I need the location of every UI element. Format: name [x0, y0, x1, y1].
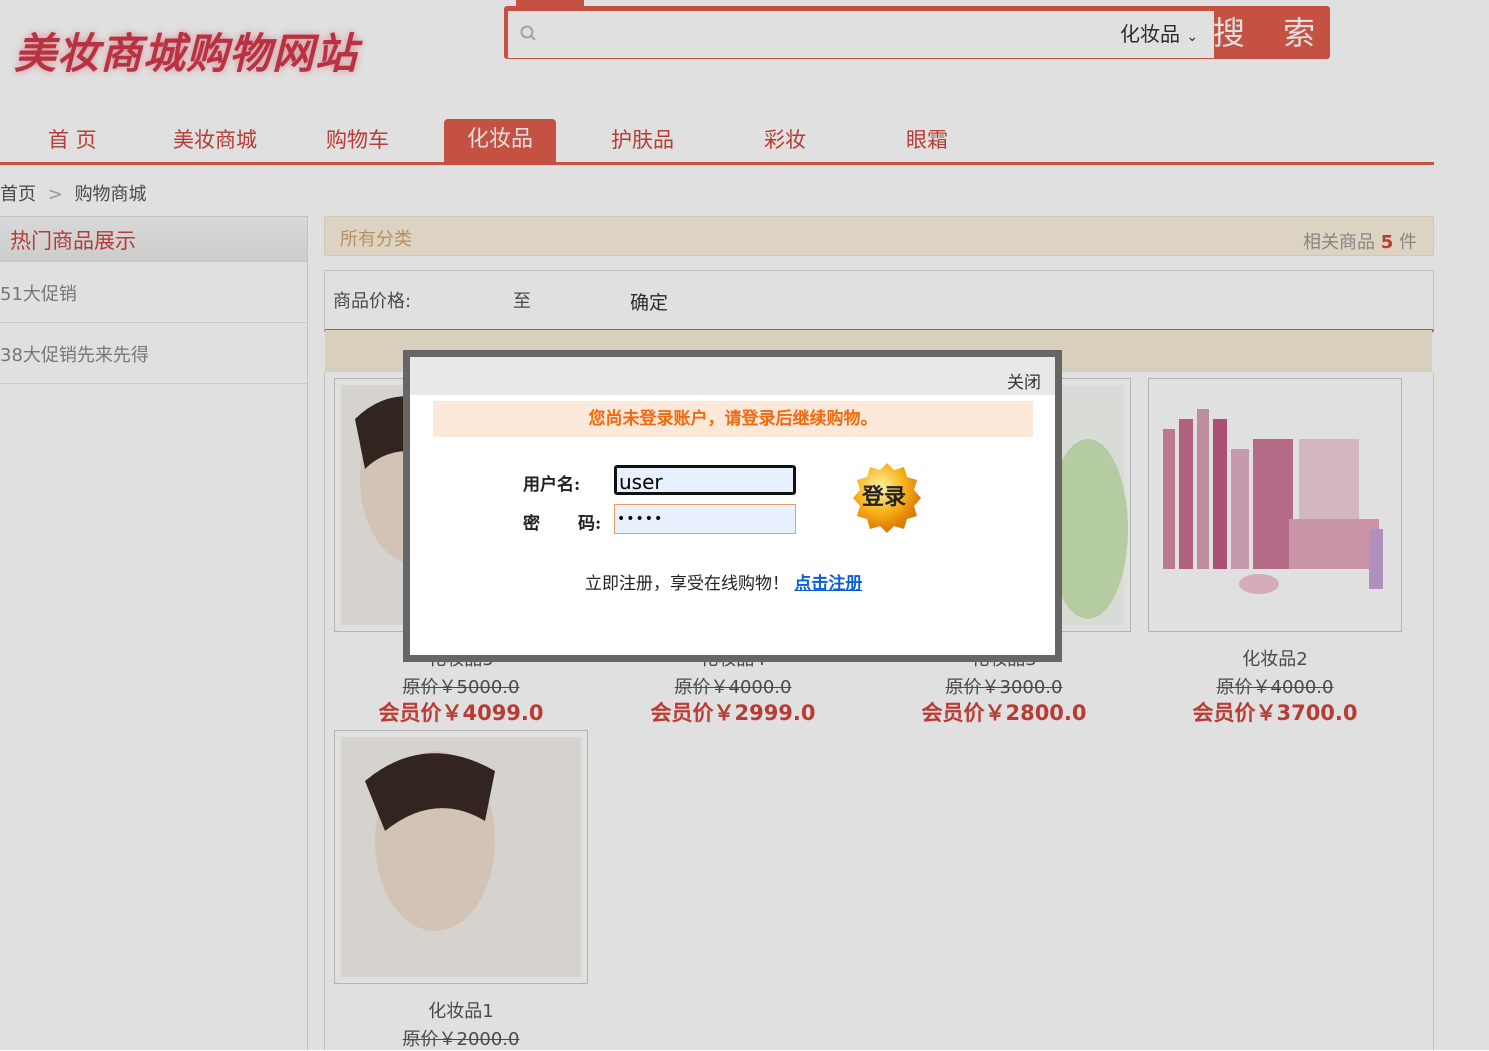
password-input[interactable]: •••••	[614, 504, 796, 534]
register-prompt: 立即注册，享受在线购物！ 点击注册	[585, 569, 862, 594]
login-button-label: 登录	[862, 484, 907, 510]
login-dialog: 关闭 您尚未登录账户，请登录后继续购物。 用户名: user 密 码: ••••…	[403, 350, 1062, 662]
login-notice: 您尚未登录账户，请登录后继续购物。	[433, 401, 1033, 437]
username-input[interactable]: user	[614, 465, 796, 495]
dialog-close-button[interactable]: 关闭	[1007, 368, 1041, 393]
register-text: 立即注册，享受在线购物！	[585, 574, 789, 594]
username-label: 用户名:	[523, 475, 581, 495]
dialog-header: 关闭	[410, 357, 1055, 395]
register-link[interactable]: 点击注册	[794, 574, 862, 594]
password-label-2: 码:	[578, 514, 602, 534]
login-button[interactable]: 登录	[850, 461, 924, 535]
password-label-1: 密	[523, 514, 540, 534]
